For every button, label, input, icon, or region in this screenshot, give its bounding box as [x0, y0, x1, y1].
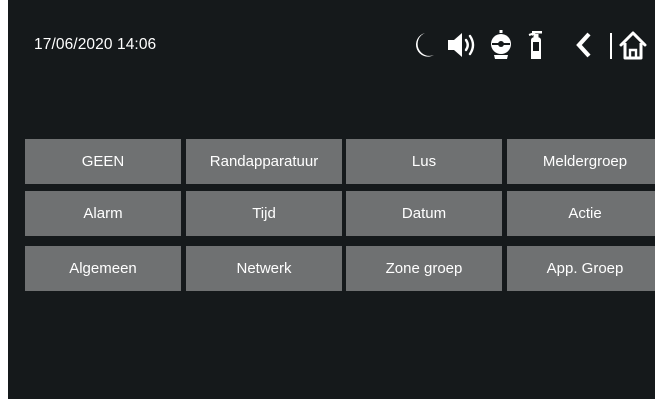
status-bar: 17/06/2020 14:06 — [8, 0, 655, 90]
menu-button-geen[interactable]: GEEN — [25, 139, 181, 184]
home-icon[interactable] — [618, 28, 648, 62]
menu-button-zone-groep[interactable]: Zone groep — [346, 246, 502, 291]
menu-button-actie[interactable]: Actie — [507, 191, 655, 236]
divider — [610, 33, 612, 59]
fire-bell-icon[interactable] — [488, 28, 514, 62]
menu-button-randapparatuur[interactable]: Randapparatuur — [186, 139, 342, 184]
datetime: 17/06/2020 14:06 — [34, 36, 157, 53]
menu-button-app-groep[interactable]: App. Groep — [507, 246, 655, 291]
fire-extinguisher-icon[interactable] — [524, 28, 550, 62]
menu-button-algemeen[interactable]: Algemeen — [25, 246, 181, 291]
menu-button-datum[interactable]: Datum — [346, 191, 502, 236]
speaker-icon[interactable] — [446, 28, 476, 62]
screen: 17/06/2020 14:06 GEEN Randapparatuur Lus… — [8, 0, 655, 399]
menu-button-lus[interactable]: Lus — [346, 139, 502, 184]
menu-button-alarm[interactable]: Alarm — [25, 191, 181, 236]
moon-icon[interactable] — [410, 28, 436, 62]
menu-button-netwerk[interactable]: Netwerk — [186, 246, 342, 291]
menu-button-tijd[interactable]: Tijd — [186, 191, 342, 236]
menu-button-meldergroep[interactable]: Meldergroep — [507, 139, 655, 184]
back-arrow-icon[interactable] — [572, 28, 596, 62]
